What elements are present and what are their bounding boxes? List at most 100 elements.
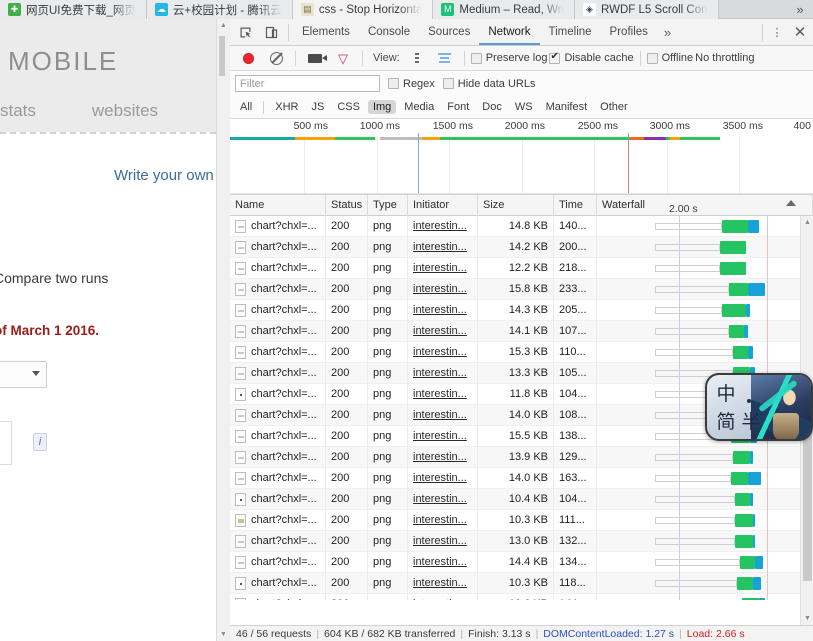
initiator-link[interactable]: interestin... [413, 325, 467, 337]
cell-name[interactable]: chart?chxl=... [230, 383, 326, 405]
ime-script-simplified-icon[interactable]: 简 [713, 408, 739, 436]
scroll-down-arrow-icon[interactable]: ▼ [801, 612, 813, 625]
network-overview-timeline[interactable]: 500 ms 1000 ms 1500 ms 2000 ms 2500 ms 3… [230, 119, 813, 195]
initiator-link[interactable]: interestin... [413, 409, 467, 421]
hide-data-urls-checkbox[interactable]: Hide data URLs [442, 78, 535, 90]
cell-initiator[interactable]: interestin... [408, 530, 478, 552]
cell-initiator[interactable]: interestin... [408, 236, 478, 258]
initiator-link[interactable]: interestin... [413, 220, 467, 232]
table-row[interactable]: chart?chxl=... 200 png interestin... 14.8 KB… [230, 216, 813, 237]
preserve-log-checkbox[interactable]: Preserve log [470, 52, 547, 64]
initiator-link[interactable]: interestin... [413, 535, 467, 547]
cell-waterfall[interactable] [597, 257, 813, 279]
initiator-link[interactable]: interestin... [413, 598, 467, 601]
table-row[interactable]: chart?chxl=... 200 png interestin... 13.9 KB… [230, 446, 813, 468]
cell-initiator[interactable]: interestin... [408, 320, 478, 342]
type-filter-all[interactable]: All [235, 100, 257, 114]
column-header-initiator[interactable]: Initiator [408, 195, 478, 216]
browser-tab-1[interactable]: ☁ 云+校园计划 - 腾讯云 [146, 0, 293, 19]
cell-initiator[interactable]: interestin... [408, 572, 478, 594]
type-filter-manifest[interactable]: Manifest [541, 100, 593, 114]
tab-profiles[interactable]: Profiles [601, 19, 657, 45]
cell-name[interactable]: chart?chxl=... [230, 257, 326, 279]
cell-initiator[interactable]: interestin... [408, 509, 478, 531]
cell-name[interactable]: chart?chxl=... [230, 404, 326, 426]
column-header-size[interactable]: Size [478, 195, 554, 216]
filter-input[interactable] [235, 75, 380, 92]
view-list-icon[interactable] [404, 46, 430, 71]
column-header-waterfall[interactable]: Waterfall 2.00 s [597, 195, 813, 216]
table-row[interactable]: chart?chxl=... 200 png interestin... 10.4 KB… [230, 488, 813, 510]
cell-name[interactable]: chart?chxl=... [230, 509, 326, 531]
table-row[interactable]: chart?chxl=... 200 png interestin... 10.3 KB… [230, 509, 813, 531]
cell-name[interactable]: chart?chxl=... [230, 216, 326, 237]
initiator-link[interactable]: interestin... [413, 556, 467, 568]
record-button[interactable] [235, 46, 261, 71]
type-filter-other[interactable]: Other [595, 100, 633, 114]
initiator-link[interactable]: interestin... [413, 451, 467, 463]
cell-initiator[interactable]: interestin... [408, 257, 478, 279]
type-filter-js[interactable]: JS [306, 100, 329, 114]
cell-name[interactable]: chart?chxl=... [230, 299, 326, 321]
throttling-select[interactable]: No throttling [695, 52, 754, 64]
table-row[interactable]: chart?chxl=... 200 png interestin... 14.0 KB… [230, 467, 813, 489]
cell-initiator[interactable]: interestin... [408, 299, 478, 321]
filter-funnel-icon[interactable]: ▽ [330, 46, 356, 71]
cell-waterfall[interactable] [597, 551, 813, 573]
cell-name[interactable]: chart?chxl=... [230, 551, 326, 573]
browser-tab-3[interactable]: M Medium – Read, Wri [433, 0, 575, 19]
table-row[interactable]: chart?chxl=... 200png interestin... 10.6 KB… [230, 593, 813, 601]
regex-checkbox[interactable]: Regex [388, 78, 435, 90]
initiator-link[interactable]: interestin... [413, 388, 467, 400]
cell-waterfall[interactable] [597, 467, 813, 489]
cell-waterfall[interactable] [597, 278, 813, 300]
table-row[interactable]: chart?chxl=... 200 png interestin... 10.3 KB… [230, 572, 813, 594]
cell-waterfall[interactable] [597, 446, 813, 468]
table-row[interactable]: chart?chxl=... 200 png interestin... 14.4 KB… [230, 551, 813, 573]
cell-name[interactable]: chart?chxl=... [230, 341, 326, 363]
toggle-device-toolbar-icon[interactable] [258, 20, 284, 45]
initiator-link[interactable]: interestin... [413, 577, 467, 589]
browser-tab-0[interactable]: ✚ 网页UI免费下载_网页 [0, 0, 147, 19]
disable-cache-checkbox[interactable]: Disable cache [549, 51, 634, 64]
type-filter-img[interactable]: Img [367, 100, 397, 114]
table-row[interactable]: chart?chxl=... 200 png interestin... 12.2 KB… [230, 257, 813, 279]
tab-network[interactable]: Network [479, 19, 540, 45]
column-header-time[interactable]: Time [554, 195, 597, 216]
cell-initiator[interactable]: interestin... [408, 446, 478, 468]
initiator-link[interactable]: interestin... [413, 346, 467, 358]
cell-initiator[interactable]: interestin... [408, 362, 478, 384]
cell-name[interactable]: chart?chxl=... [230, 530, 326, 552]
page-select-dropdown[interactable] [0, 361, 47, 388]
type-filter-ws[interactable]: WS [510, 100, 538, 114]
cell-initiator[interactable]: interestin... [408, 383, 478, 405]
cell-waterfall[interactable] [597, 341, 813, 363]
cell-name[interactable]: chart?chxl=... [230, 446, 326, 468]
cell-initiator[interactable]: interestin... [408, 216, 478, 237]
cell-name[interactable]: chart?chxl=... [230, 572, 326, 594]
ime-mode-chinese-icon[interactable]: 中 [713, 380, 739, 408]
table-scrollbar-thumb[interactable] [803, 421, 812, 581]
browser-tab-2[interactable]: ▤ css - Stop Horizonta [292, 0, 434, 19]
column-header-status[interactable]: Status [326, 195, 368, 216]
table-row[interactable]: chart?chxl=... 200 png interestin... 13.0 KB… [230, 530, 813, 552]
cell-initiator[interactable]: interestin... [408, 551, 478, 573]
initiator-link[interactable]: interestin... [413, 430, 467, 442]
table-row[interactable]: chart?chxl=... 200 png interestin... 15.3 KB… [230, 341, 813, 363]
cell-initiator[interactable]: interestin... [408, 404, 478, 426]
cell-waterfall[interactable] [597, 572, 813, 594]
close-icon[interactable]: ✕ [787, 23, 813, 41]
type-filter-font[interactable]: Font [442, 100, 474, 114]
cell-initiator[interactable]: interestin... [408, 593, 478, 601]
cell-name[interactable]: chart?chxl=... [230, 236, 326, 258]
initiator-link[interactable]: interestin... [413, 472, 467, 484]
cell-waterfall[interactable] [597, 488, 813, 510]
cell-name[interactable]: chart?chxl=... [230, 467, 326, 489]
cell-waterfall[interactable] [597, 593, 813, 600]
cell-initiator[interactable]: interestin... [408, 425, 478, 447]
cell-name[interactable]: chart?chxl=... [230, 362, 326, 384]
tab-timeline[interactable]: Timeline [540, 19, 601, 45]
type-filter-css[interactable]: CSS [332, 100, 365, 114]
cell-waterfall[interactable] [597, 236, 813, 258]
tab-console[interactable]: Console [359, 19, 419, 45]
